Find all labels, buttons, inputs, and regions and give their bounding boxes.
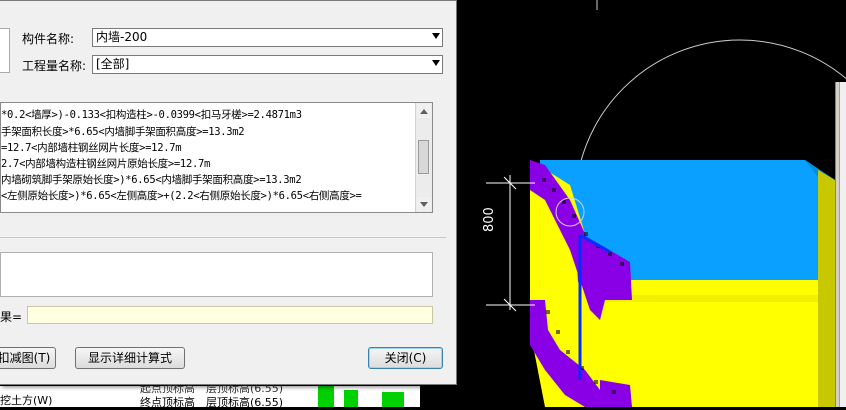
- chevron-down-icon: [432, 33, 440, 39]
- formula-line: 2.7<内部墙构造柱钢丝网片原始长度>=12.7m: [1, 158, 211, 170]
- status-green-bar: [318, 386, 334, 407]
- group-divider: [0, 237, 446, 238]
- scroll-thumb[interactable]: [418, 140, 429, 174]
- scroll-up-icon[interactable]: [417, 104, 431, 118]
- formula-line: 手架面积长度>*6.65<内墙脚手架面积高度>=13.3m2: [1, 126, 245, 138]
- quantity-name-value: [全部]: [96, 57, 130, 71]
- dimension-value: 800: [482, 207, 497, 232]
- result-label: 果=: [0, 310, 23, 324]
- right-side-panel[interactable]: [835, 82, 846, 407]
- component-name-select[interactable]: 内墙-200: [92, 28, 443, 47]
- attribute-panel-fragment: 挖土方(W) 起点顶标高 层顶标高(6.55) 终点顶标高 层顶标高(6.55): [0, 382, 420, 409]
- formula-line: 内墙砌筑脚手架原始长度>)*6.65<内墙脚手架面积高度>=13.3m2: [1, 174, 302, 186]
- scroll-down-icon[interactable]: [417, 197, 431, 211]
- formula-line: =12.7<内部墙柱钢丝网片长度>=12.7m: [1, 142, 182, 154]
- formula-scrollbar[interactable]: [415, 103, 432, 212]
- manual-formula-textbox[interactable]: [0, 252, 433, 297]
- show-detail-formula-button[interactable]: 显示详细计算式: [75, 347, 185, 369]
- close-button[interactable]: 关闭(C): [368, 347, 443, 369]
- attr-cell-end-top: 终点顶标高: [140, 396, 195, 409]
- quantity-name-label: 工程量名称:: [22, 59, 87, 73]
- result-field[interactable]: [27, 306, 433, 324]
- chevron-down-icon: [432, 60, 440, 66]
- excavation-item[interactable]: 挖土方(W): [0, 392, 52, 408]
- deduction-diagram-button[interactable]: 扣减图(T): [0, 347, 56, 369]
- dimension-annotation: [486, 175, 535, 312]
- component-name-label: 构件名称:: [22, 32, 75, 46]
- formula-line: <左侧原始长度>)*6.65<左侧高度>+(2.2<右侧原始长度>)*6.65<…: [1, 190, 362, 202]
- attr-cell-end-top-value: 层顶标高(6.55): [206, 396, 284, 409]
- quantity-name-select[interactable]: [全部]: [92, 55, 443, 74]
- formula-line: *0.2<墙厚>)-0.133<扣构造柱>-0.0399<扣马牙槎>=2.487…: [1, 109, 302, 121]
- component-name-value: 内墙-200: [96, 30, 148, 44]
- calculation-detail-dialog: 构件名称: 内墙-200 工程量名称: [全部] *0.2<墙厚>)-0.133…: [0, 0, 457, 385]
- formula-textbox[interactable]: *0.2<墙厚>)-0.133<扣构造柱>-0.0399<扣马牙槎>=2.487…: [0, 102, 433, 213]
- left-tab-fragment[interactable]: [0, 28, 10, 73]
